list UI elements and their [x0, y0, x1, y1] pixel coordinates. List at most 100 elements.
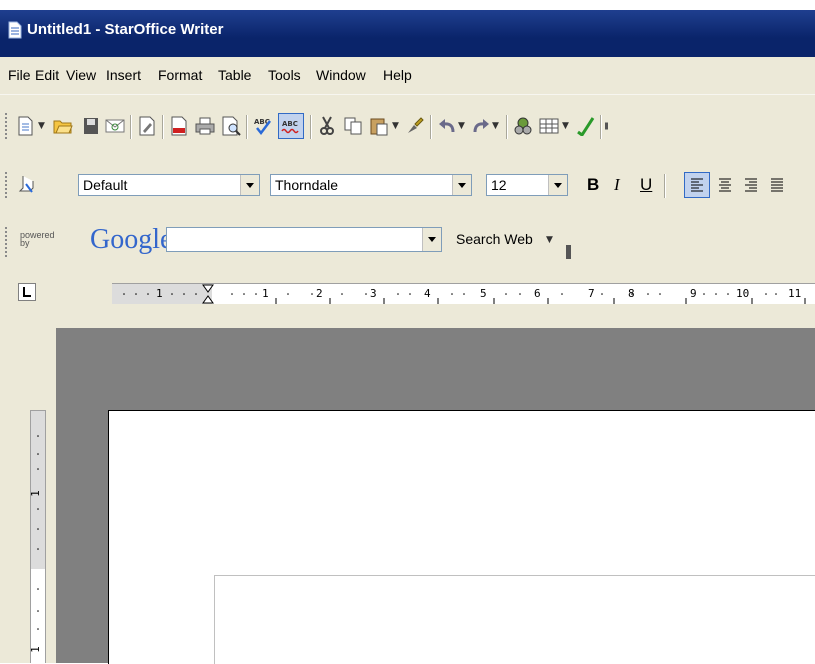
ruler-ticks: [112, 284, 815, 304]
search-web-button[interactable]: Search Web: [456, 231, 533, 247]
chevron-down-icon[interactable]: [240, 175, 259, 195]
menu-window[interactable]: Window: [316, 65, 366, 85]
ruler-label: 4: [424, 287, 431, 300]
vertical-ruler-label: 1: [28, 490, 42, 497]
print-icon[interactable]: [194, 115, 216, 137]
powered-by-label: powered by: [20, 230, 55, 248]
toolbar-overflow-handle[interactable]: [566, 245, 571, 259]
chevron-down-icon[interactable]: [548, 175, 567, 195]
google-logo: Google: [90, 224, 173, 255]
paste-icon[interactable]: [368, 115, 390, 137]
separator: [600, 115, 602, 139]
ruler-label: 7: [588, 287, 595, 300]
menu-bar: File Edit View Insert Format Table Tools…: [0, 57, 815, 94]
menu-insert[interactable]: Insert: [106, 65, 141, 85]
vertical-ruler-label: 1: [28, 646, 42, 653]
top-strip: [0, 0, 815, 10]
ruler-label: 5: [480, 287, 487, 300]
find-icon[interactable]: [604, 115, 614, 137]
font-name-combo[interactable]: Thorndale: [270, 174, 472, 196]
ruler-label: 1: [262, 287, 269, 300]
new-document-icon[interactable]: [14, 115, 36, 137]
paragraph-style-value: Default: [83, 177, 128, 193]
italic-button[interactable]: I: [614, 174, 620, 196]
ruler-label: 3: [370, 287, 377, 300]
autospellcheck-icon[interactable]: ABC: [278, 113, 304, 139]
menu-tools[interactable]: Tools: [268, 65, 301, 85]
align-left-icon[interactable]: [684, 172, 710, 198]
navigator-icon[interactable]: [512, 115, 534, 137]
search-web-dropdown-icon[interactable]: ▼: [546, 235, 553, 245]
ruler-label: 6: [534, 287, 541, 300]
google-search-input[interactable]: [166, 227, 442, 252]
redo-icon[interactable]: [470, 115, 492, 137]
font-name-value: Thorndale: [275, 177, 339, 193]
separator: [310, 115, 312, 139]
toolbar-grip[interactable]: [5, 227, 7, 257]
tab-stop-selector[interactable]: [18, 283, 36, 301]
undo-dropdown-icon[interactable]: ▼: [458, 121, 465, 131]
separator: [130, 115, 132, 139]
new-dropdown-icon[interactable]: ▼: [38, 121, 45, 131]
paragraph-style-combo[interactable]: Default: [78, 174, 260, 196]
standard-toolbar: ▼ ABC ABC ▼ ▼ ▼ ▼: [0, 94, 815, 159]
document-icon: [8, 21, 22, 39]
export-pdf-icon[interactable]: [168, 115, 190, 137]
copy-icon[interactable]: [342, 115, 364, 137]
page-preview-icon[interactable]: [220, 115, 242, 137]
google-toolbar: powered by Google Search Web ▼: [0, 215, 815, 272]
undo-icon[interactable]: [436, 115, 458, 137]
email-icon[interactable]: [104, 115, 126, 137]
ruler-label: 2: [316, 287, 323, 300]
menu-edit[interactable]: Edit: [35, 65, 59, 85]
open-icon[interactable]: [52, 115, 74, 137]
window-title: Untitled1 - StarOffice Writer: [27, 21, 224, 38]
toolbar-grip[interactable]: [5, 172, 7, 200]
ruler-label: 8: [628, 287, 635, 300]
svg-text:ABC: ABC: [282, 120, 298, 128]
ruler-row: 1 1 2 3 4 5 6 7 8 9 10 11: [0, 272, 815, 328]
vertical-ruler[interactable]: 1 1: [28, 410, 46, 664]
save-icon[interactable]: [80, 115, 102, 137]
indent-marker-icon[interactable]: [202, 284, 214, 307]
menu-view[interactable]: View: [66, 65, 96, 85]
justify-icon[interactable]: [766, 174, 788, 196]
table-dropdown-icon[interactable]: ▼: [562, 121, 569, 131]
menu-help[interactable]: Help: [383, 65, 412, 85]
chevron-down-icon[interactable]: [452, 175, 471, 195]
ruler-label: 11: [788, 287, 802, 300]
paste-dropdown-icon[interactable]: ▼: [392, 121, 399, 131]
cut-icon[interactable]: [316, 115, 338, 137]
styles-formatting-icon[interactable]: [16, 174, 38, 196]
separator: [506, 115, 508, 139]
align-right-icon[interactable]: [740, 174, 762, 196]
separator: [664, 174, 666, 198]
chevron-down-icon[interactable]: [422, 228, 441, 251]
horizontal-ruler[interactable]: 1 1 2 3 4 5 6 7 8 9 10 11: [112, 283, 815, 304]
text-boundary[interactable]: [214, 575, 815, 664]
menu-table[interactable]: Table: [218, 65, 251, 85]
clone-formatting-icon[interactable]: [404, 115, 426, 137]
bold-button[interactable]: B: [587, 174, 599, 196]
draw-functions-icon[interactable]: [574, 115, 596, 137]
spellcheck-icon[interactable]: ABC: [252, 115, 274, 137]
menu-file[interactable]: File: [8, 65, 31, 85]
ruler-label: 1: [156, 287, 163, 300]
separator: [246, 115, 248, 139]
left-tab-icon: [23, 287, 31, 297]
separator: [430, 115, 432, 139]
vertical-ruler-ticks: [37, 435, 39, 630]
font-size-value: 12: [491, 177, 507, 193]
font-size-combo[interactable]: 12: [486, 174, 568, 196]
align-center-icon[interactable]: [714, 174, 736, 196]
table-icon[interactable]: [538, 115, 560, 137]
formatting-toolbar: Default Thorndale 12 B I U: [0, 158, 815, 215]
toolbar-grip[interactable]: [5, 113, 7, 141]
edit-file-icon[interactable]: [136, 115, 158, 137]
ruler-label: 9: [690, 287, 697, 300]
separator: [162, 115, 164, 139]
menu-format[interactable]: Format: [158, 65, 202, 85]
redo-dropdown-icon[interactable]: ▼: [492, 121, 499, 131]
underline-button[interactable]: U: [640, 174, 652, 196]
ruler-label: 10: [736, 287, 750, 300]
